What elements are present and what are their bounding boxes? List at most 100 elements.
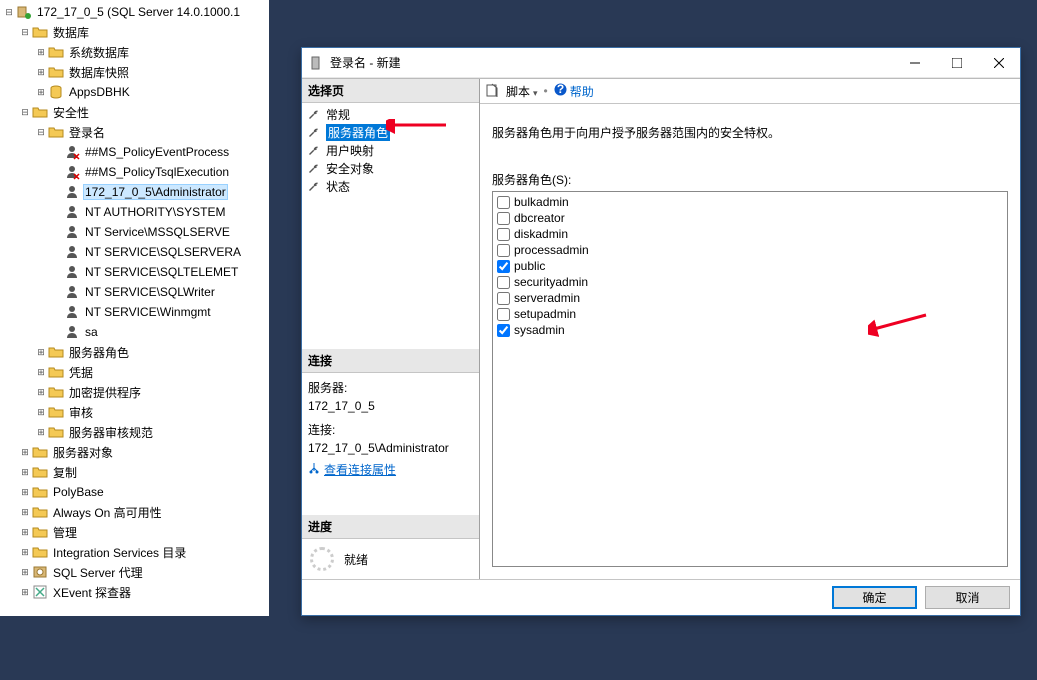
folder-icon	[48, 64, 64, 80]
tree-node-server-roles[interactable]: ⊞服务器角色	[0, 342, 269, 362]
role-item[interactable]: public	[495, 258, 1005, 274]
script-dropdown[interactable]: 脚本	[506, 83, 538, 100]
tree-node-login[interactable]: ##MS_PolicyTsqlExecution	[0, 162, 269, 182]
page-securables[interactable]: 安全对象	[302, 159, 479, 177]
role-checkbox[interactable]	[497, 292, 510, 305]
role-checkbox[interactable]	[497, 276, 510, 289]
section-connection: 连接	[302, 349, 479, 373]
ok-button[interactable]: 确定	[832, 586, 917, 609]
page-status[interactable]: 状态	[302, 177, 479, 195]
agent-icon	[32, 564, 48, 580]
tree: ⊟172_17_0_5 (SQL Server 14.0.1000.1 ⊟数据库…	[0, 0, 269, 602]
login-new-dialog: 登录名 - 新建 选择页 常规 服务器角色 用户映射 安全对象 状态 连接 服务…	[301, 47, 1021, 616]
folder-icon	[48, 424, 64, 440]
folder-icon	[32, 464, 48, 480]
dialog-icon	[310, 56, 324, 70]
role-checkbox[interactable]	[497, 228, 510, 241]
page-user-mapping[interactable]: 用户映射	[302, 141, 479, 159]
tree-node-is-catalogs[interactable]: ⊞Integration Services 目录	[0, 542, 269, 562]
wrench-icon	[308, 179, 322, 193]
section-progress: 进度	[302, 515, 479, 539]
login-icon	[64, 224, 80, 240]
role-item[interactable]: serveradmin	[495, 290, 1005, 306]
view-connection-props-link[interactable]: 查看连接属性	[308, 461, 396, 479]
conn-connection-label: 连接:	[308, 421, 473, 439]
tree-node-login[interactable]: NT SERVICE\SQLWriter	[0, 282, 269, 302]
object-explorer: ⊟172_17_0_5 (SQL Server 14.0.1000.1 ⊟数据库…	[0, 0, 269, 616]
tree-node-login[interactable]: 172_17_0_5\Administrator	[0, 182, 269, 202]
tree-node-agent[interactable]: ⊞SQL Server 代理	[0, 562, 269, 582]
tree-node-polybase[interactable]: ⊞PolyBase	[0, 482, 269, 502]
tree-node-appsdb[interactable]: ⊞AppsDBHK	[0, 82, 269, 102]
progress-spinner-icon	[310, 547, 334, 571]
tree-node-server-objects[interactable]: ⊞服务器对象	[0, 442, 269, 462]
role-checkbox[interactable]	[497, 244, 510, 257]
roles-list-label: 服务器角色(S):	[492, 171, 1008, 188]
folder-icon	[32, 484, 48, 500]
role-checkbox[interactable]	[497, 196, 510, 209]
folder-icon	[48, 404, 64, 420]
conn-server-value: 172_17_0_5	[308, 397, 473, 415]
role-item[interactable]: sysadmin	[495, 322, 1005, 338]
login-icon	[64, 184, 80, 200]
tree-node-login[interactable]: ##MS_PolicyEventProcess	[0, 142, 269, 162]
help-link[interactable]: ?帮助	[554, 83, 594, 100]
tree-node-server[interactable]: ⊟172_17_0_5 (SQL Server 14.0.1000.1	[0, 2, 269, 22]
tree-node-credentials[interactable]: ⊞凭据	[0, 362, 269, 382]
tree-node-login[interactable]: NT SERVICE\SQLSERVERA	[0, 242, 269, 262]
tree-node-login[interactable]: NT SERVICE\SQLTELEMET	[0, 262, 269, 282]
maximize-button[interactable]	[936, 49, 978, 77]
tree-node-sysdbs[interactable]: ⊞系统数据库	[0, 42, 269, 62]
tree-node-login[interactable]: NT Service\MSSQLSERVE	[0, 222, 269, 242]
role-checkbox[interactable]	[497, 308, 510, 321]
tree-node-security[interactable]: ⊟安全性	[0, 102, 269, 122]
minimize-button[interactable]	[894, 49, 936, 77]
tree-node-logins[interactable]: ⊟登录名	[0, 122, 269, 142]
cancel-button[interactable]: 取消	[925, 586, 1010, 609]
wrench-icon	[308, 125, 322, 139]
tree-node-always-on[interactable]: ⊞Always On 高可用性	[0, 502, 269, 522]
role-item[interactable]: processadmin	[495, 242, 1005, 258]
role-item[interactable]: setupadmin	[495, 306, 1005, 322]
close-button[interactable]	[978, 49, 1020, 77]
tree-node-login[interactable]: NT SERVICE\Winmgmt	[0, 302, 269, 322]
wrench-icon	[308, 161, 322, 175]
role-checkbox[interactable]	[497, 324, 510, 337]
database-icon	[48, 84, 64, 100]
folder-icon	[32, 444, 48, 460]
dialog-main: 脚本 • ?帮助 服务器角色用于向用户授予服务器范围内的安全特权。 服务器角色(…	[480, 79, 1020, 579]
connection-icon	[308, 461, 320, 479]
tree-node-login[interactable]: sa	[0, 322, 269, 342]
role-item[interactable]: dbcreator	[495, 210, 1005, 226]
tree-node-audits[interactable]: ⊞审核	[0, 402, 269, 422]
page-general[interactable]: 常规	[302, 105, 479, 123]
role-item[interactable]: diskadmin	[495, 226, 1005, 242]
tree-node-audit-specs[interactable]: ⊞服务器审核规范	[0, 422, 269, 442]
role-item[interactable]: bulkadmin	[495, 194, 1005, 210]
folder-icon	[48, 384, 64, 400]
tree-node-xevent[interactable]: ⊞XEvent 探查器	[0, 582, 269, 602]
wrench-icon	[308, 107, 322, 121]
page-server-roles[interactable]: 服务器角色	[302, 123, 479, 141]
tree-node-crypto[interactable]: ⊞加密提供程序	[0, 382, 269, 402]
role-checkbox[interactable]	[497, 260, 510, 273]
role-label: bulkadmin	[514, 195, 569, 209]
svg-text:?: ?	[557, 83, 564, 96]
dialog-titlebar[interactable]: 登录名 - 新建	[302, 48, 1020, 78]
role-label: securityadmin	[514, 275, 588, 289]
tree-node-login[interactable]: NT AUTHORITY\SYSTEM	[0, 202, 269, 222]
login-icon	[64, 284, 80, 300]
role-checkbox[interactable]	[497, 212, 510, 225]
role-label: public	[514, 259, 545, 273]
role-label: processadmin	[514, 243, 589, 257]
role-label: serveradmin	[514, 291, 580, 305]
tree-node-databases[interactable]: ⊟数据库	[0, 22, 269, 42]
dialog-toolbar: 脚本 • ?帮助	[480, 79, 1020, 104]
tree-node-snapshots[interactable]: ⊞数据库快照	[0, 62, 269, 82]
wrench-icon	[308, 143, 322, 157]
login-icon	[64, 304, 80, 320]
tree-node-management[interactable]: ⊞管理	[0, 522, 269, 542]
role-item[interactable]: securityadmin	[495, 274, 1005, 290]
login-icon	[64, 264, 80, 280]
tree-node-replication[interactable]: ⊞复制	[0, 462, 269, 482]
